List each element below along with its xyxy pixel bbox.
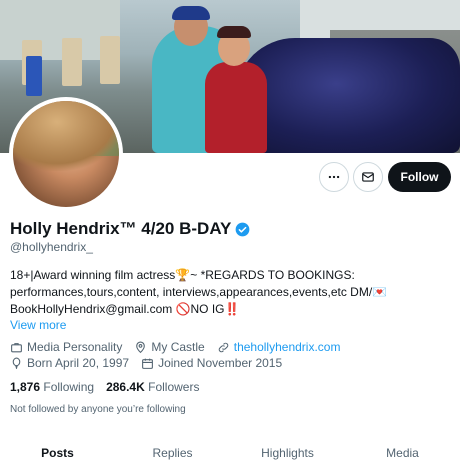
location-pin-icon	[136, 341, 146, 353]
message-button[interactable]	[353, 162, 383, 192]
profile-handle: @hollyhendrix_	[10, 240, 93, 254]
followers-label: Followers	[148, 380, 200, 394]
banner-cap	[172, 6, 210, 20]
banner-car	[235, 38, 460, 153]
banner-pillar	[100, 36, 120, 84]
profile-meta-row: Media Personality My Castle thehollyhend…	[10, 340, 340, 354]
follow-button[interactable]: Follow	[388, 162, 451, 192]
website-link[interactable]: thehollyhendrix.com	[234, 340, 341, 354]
following-stat[interactable]: 1,876 Following	[10, 380, 94, 394]
birthday-item: Born April 20, 1997	[10, 356, 129, 370]
link-icon	[218, 342, 228, 352]
tab-media[interactable]: Media	[345, 436, 460, 460]
bio-line: 18+|Award winning film actress🏆~ *REGARD…	[10, 268, 355, 282]
avatar[interactable]	[9, 97, 123, 211]
briefcase-icon	[11, 342, 22, 352]
profile-meta-row: Born April 20, 1997 Joined November 2015	[10, 356, 282, 370]
category-label: Media Personality	[27, 340, 123, 354]
more-icon	[328, 175, 340, 179]
joined-label: Joined November 2015	[158, 356, 283, 370]
joined-item: Joined November 2015	[141, 356, 282, 370]
tab-replies[interactable]: Replies	[115, 436, 230, 460]
banner-trash-can	[26, 56, 42, 96]
category-item: Media Personality	[10, 340, 122, 354]
following-count: 1,876	[10, 380, 41, 394]
avatar-hair	[13, 101, 119, 171]
follow-stats: 1,876 Following 286.4K Followers	[10, 380, 199, 394]
location-label: My Castle	[151, 340, 205, 354]
mail-icon	[362, 172, 374, 182]
tab-posts[interactable]: Posts	[0, 436, 115, 460]
banner-cap	[217, 26, 251, 38]
balloon-icon	[12, 357, 21, 369]
followers-stat[interactable]: 286.4K Followers	[106, 380, 199, 394]
not-followed-note: Not followed by anyone you’re following	[10, 404, 186, 415]
banner-pillar	[62, 38, 82, 86]
tab-highlights[interactable]: Highlights	[230, 436, 345, 460]
profile-bio: 18+|Award winning film actress🏆~ *REGARD…	[10, 267, 455, 318]
banner-person	[205, 62, 267, 153]
following-label: Following	[43, 380, 95, 394]
profile-name: Holly Hendrix™ 4/20 B-DAY	[10, 219, 232, 238]
profile-tabs: Posts Replies Highlights Media	[0, 436, 460, 460]
calendar-icon	[142, 358, 153, 369]
view-more-link[interactable]: View more	[10, 318, 66, 332]
more-button[interactable]	[319, 162, 349, 192]
website-item[interactable]: thehollyhendrix.com	[217, 340, 341, 354]
bio-line: performances,tours,content, interviews,a…	[10, 285, 388, 299]
profile-name-row: Holly Hendrix™ 4/20 B-DAY	[10, 219, 250, 239]
location-item: My Castle	[134, 340, 205, 354]
birthday-label: Born April 20, 1997	[27, 356, 130, 370]
verified-badge-icon[interactable]	[235, 222, 250, 237]
followers-count: 286.4K	[106, 380, 145, 394]
bio-line: BookHollyHendrix@gmail.com 🚫NO IG‼️	[10, 302, 240, 316]
